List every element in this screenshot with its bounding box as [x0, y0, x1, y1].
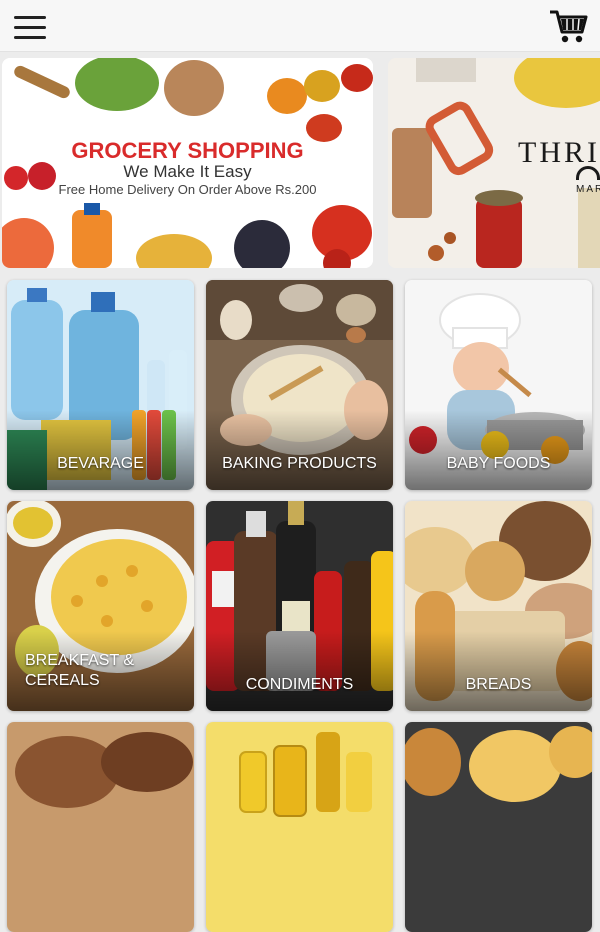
tile-shade	[7, 410, 194, 490]
category-tile-condiments[interactable]: CONDIMENTS	[206, 501, 393, 711]
pasta-image	[405, 722, 592, 932]
banner-subtitle: We Make It Easy	[123, 162, 252, 181]
thrive-brand-text: THRIV	[518, 136, 600, 169]
category-tile-breads[interactable]: BREADS	[405, 501, 592, 711]
category-tile-oils[interactable]	[206, 722, 393, 932]
hamburger-menu-icon[interactable]	[12, 12, 50, 44]
thrive-brand-sub: MARKET	[576, 184, 600, 195]
category-tile-bevarage[interactable]: BEVARAGE	[7, 280, 194, 490]
banner-title: GROCERY SHOPPING	[71, 138, 304, 163]
category-label: BAKING PRODUCTS	[222, 455, 377, 472]
banner-note: Free Home Delivery On Order Above Rs.200	[58, 182, 317, 197]
oils-image	[206, 722, 393, 932]
category-label: BABY FOODS	[446, 455, 551, 472]
category-label: BREADS	[465, 676, 532, 693]
promo-banner-carousel[interactable]: GROCERY SHOPPING We Make It Easy Free Ho…	[0, 56, 600, 268]
tile-shade	[206, 410, 393, 490]
shopping-cart-icon[interactable]	[548, 8, 588, 46]
promo-banner-thrive-market[interactable]: THRIV MARKET	[388, 58, 600, 268]
category-tile-baking-products[interactable]: BAKING PRODUCTS	[206, 280, 393, 490]
category-label: BREAKFAST & CEREALS	[25, 652, 135, 689]
tile-shade	[405, 410, 592, 490]
category-tile-pasta[interactable]	[405, 722, 592, 932]
cookies-image	[7, 722, 194, 932]
category-label: CONDIMENTS	[245, 676, 354, 693]
promo-banner-grocery[interactable]: GROCERY SHOPPING We Make It Easy Free Ho…	[2, 58, 373, 268]
category-tile-cookies[interactable]	[7, 722, 194, 932]
tile-shade	[206, 631, 393, 711]
category-tile-baby-foods[interactable]: BABY FOODS	[405, 280, 592, 490]
top-app-bar	[0, 0, 600, 52]
category-label: BEVARAGE	[57, 455, 144, 472]
category-tile-breakfast-cereals[interactable]: BREAKFAST & CEREALS	[7, 501, 194, 711]
tile-shade	[405, 631, 592, 711]
